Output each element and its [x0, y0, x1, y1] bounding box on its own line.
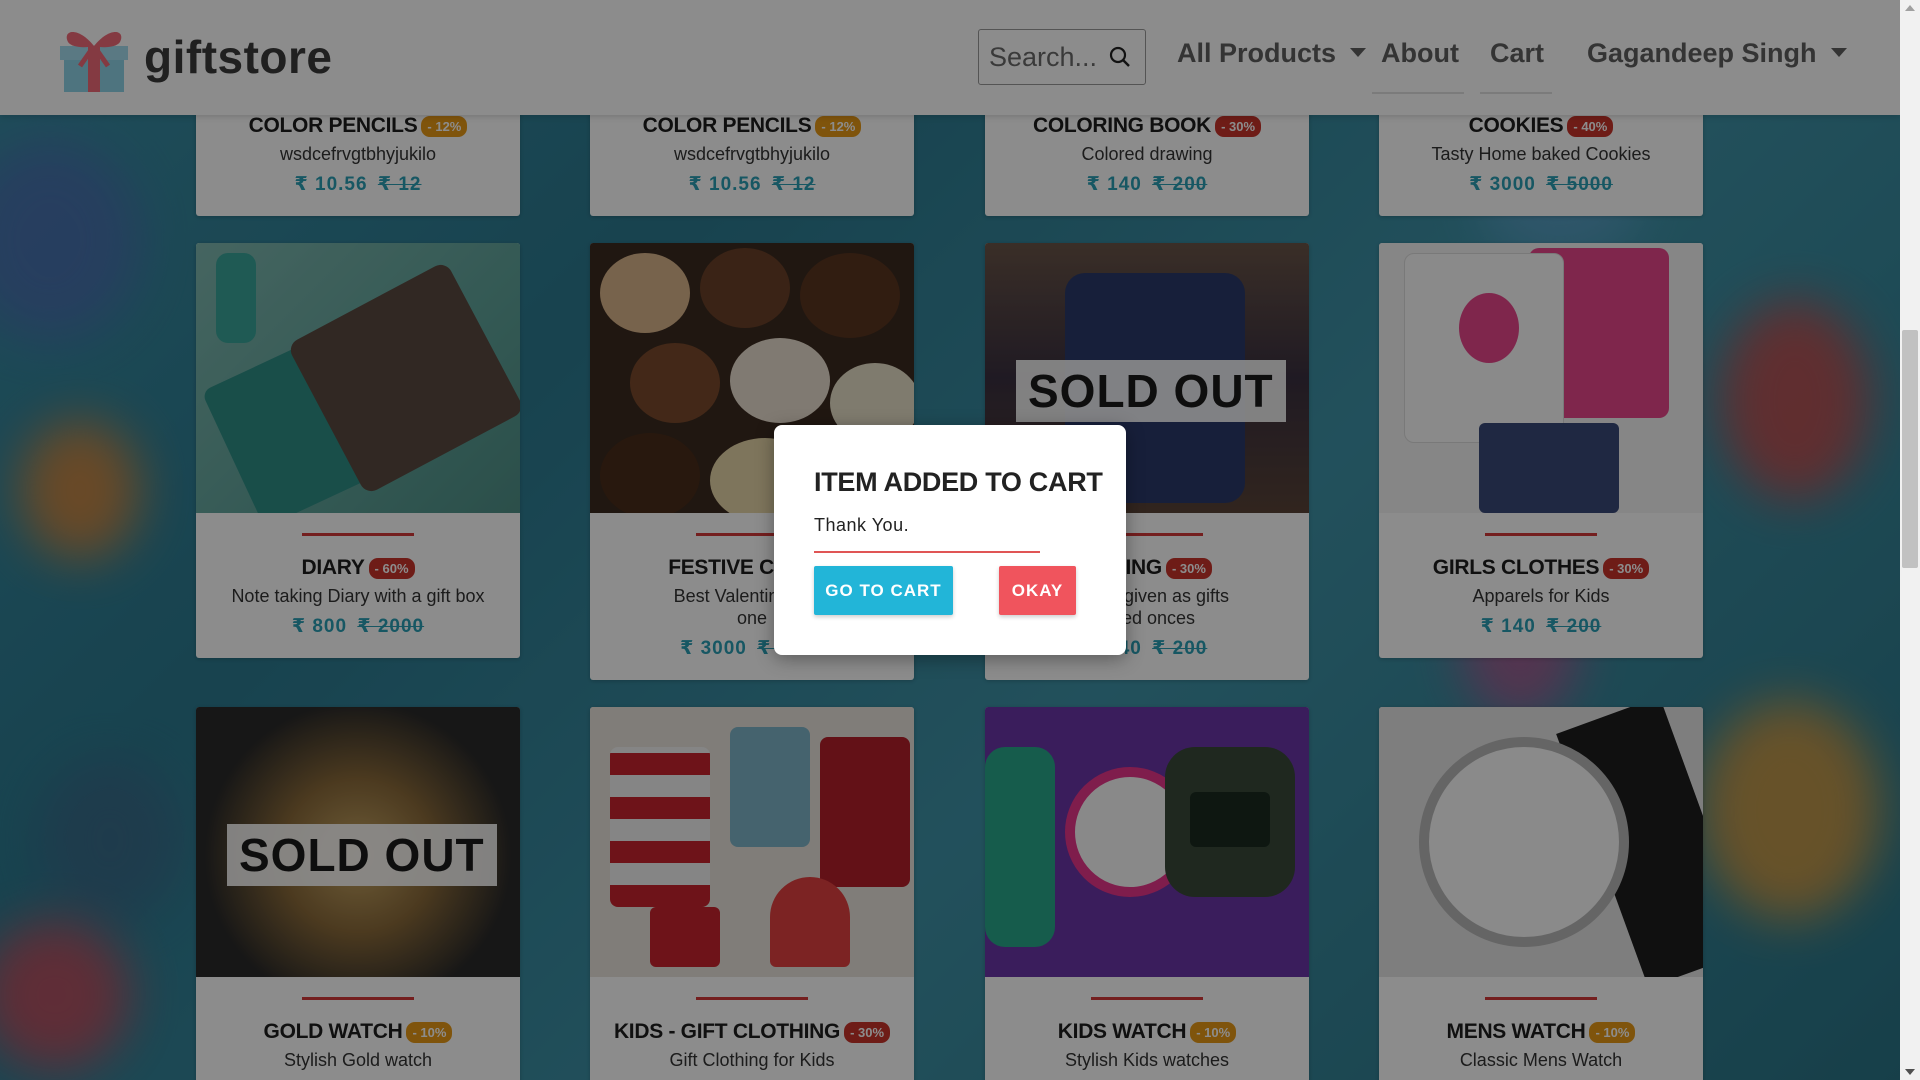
scroll-down-arrow-icon[interactable]	[1905, 1069, 1915, 1075]
go-to-cart-button[interactable]: GO TO CART	[814, 566, 953, 615]
dialog-message: Thank You.	[814, 515, 910, 535]
scroll-up-arrow-icon[interactable]	[1905, 5, 1915, 11]
okay-button[interactable]: OKAY	[999, 566, 1076, 615]
added-to-cart-dialog: ITEM ADDED TO CART Thank You. GO TO CART…	[774, 425, 1126, 655]
dialog-divider	[814, 551, 1040, 553]
dialog-title: ITEM ADDED TO CART	[814, 467, 1103, 497]
scrollbar-thumb[interactable]	[1902, 330, 1918, 568]
scrollbar[interactable]	[1900, 0, 1920, 1080]
